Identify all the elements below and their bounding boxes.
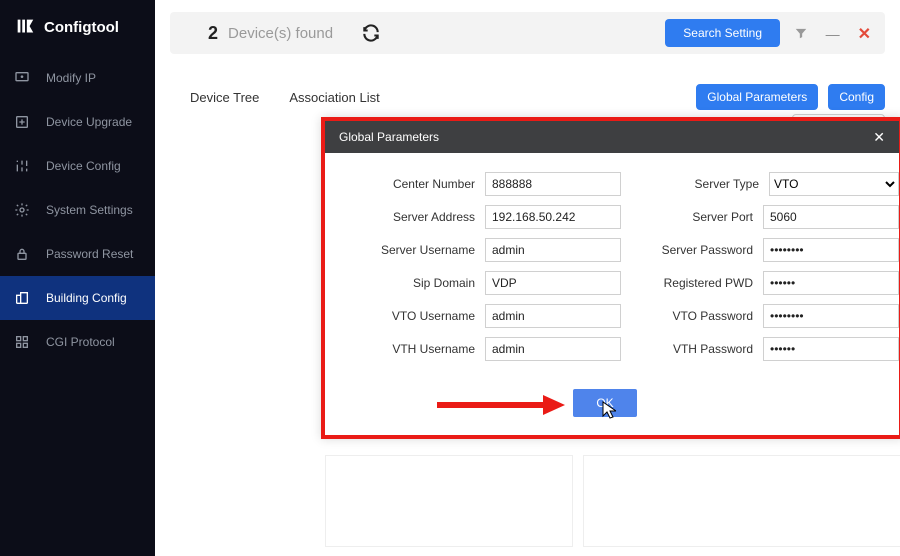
registered-pwd-input[interactable] [763, 271, 899, 295]
sidebar-item-device-config[interactable]: Device Config [0, 144, 155, 188]
brand-text: Configtool [44, 19, 119, 36]
brand: Configtool [0, 0, 155, 56]
vth-username-label: VTH Username [325, 342, 485, 356]
sip-domain-input[interactable] [485, 271, 621, 295]
vto-password-input[interactable] [763, 304, 899, 328]
sidebar-item-password-reset[interactable]: Password Reset [0, 232, 155, 276]
sidebar-item-label: CGI Protocol [46, 335, 115, 349]
server-port-input[interactable] [763, 205, 899, 229]
sidebar-item-label: System Settings [46, 203, 133, 217]
center-number-input[interactable] [485, 172, 621, 196]
search-setting-button[interactable]: Search Setting [665, 19, 780, 47]
server-type-select[interactable]: VTO [769, 172, 899, 196]
sidebar: Configtool Modify IP Device Upgrade Devi… [0, 0, 155, 556]
modal-title: Global Parameters [339, 130, 439, 144]
global-parameters-button[interactable]: Global Parameters [696, 84, 818, 110]
registered-pwd-label: Registered PWD [638, 276, 763, 290]
device-count: 2 [208, 23, 218, 44]
modal-header: Global Parameters ✕ [325, 121, 899, 153]
main: 2 Device(s) found Search Setting — ✕ Dev… [155, 0, 900, 556]
vth-password-label: VTH Password [638, 342, 763, 356]
sidebar-item-label: Modify IP [46, 71, 96, 85]
server-username-input[interactable] [485, 238, 621, 262]
config-button[interactable]: Config [828, 84, 885, 110]
sidebar-item-cgi-protocol[interactable]: CGI Protocol [0, 320, 155, 364]
sidebar-item-label: Building Config [46, 291, 127, 305]
topbar: 2 Device(s) found Search Setting — ✕ [170, 12, 885, 54]
logo-icon [14, 16, 36, 38]
vto-username-label: VTO Username [325, 309, 485, 323]
tab-device-tree[interactable]: Device Tree [190, 86, 259, 109]
server-address-label: Server Address [325, 210, 485, 224]
close-button[interactable]: ✕ [858, 24, 871, 44]
gear-icon [14, 202, 30, 218]
vto-username-input[interactable] [485, 304, 621, 328]
sidebar-item-modify-ip[interactable]: Modify IP [0, 56, 155, 100]
right-panel [583, 455, 900, 547]
server-password-input[interactable] [763, 238, 899, 262]
sip-domain-label: Sip Domain [325, 276, 485, 290]
left-panel [325, 455, 573, 547]
sidebar-item-label: Password Reset [46, 247, 133, 261]
modal-close-button[interactable]: ✕ [873, 129, 885, 146]
device-count-label: Device(s) found [228, 25, 333, 42]
global-parameters-modal: Global Parameters ✕ Center Number Server… [321, 117, 900, 439]
sidebar-item-building-config[interactable]: Building Config [0, 276, 155, 320]
server-type-label: Server Type [644, 177, 769, 191]
vth-username-input[interactable] [485, 337, 621, 361]
vth-password-input[interactable] [763, 337, 899, 361]
filter-icon[interactable] [794, 26, 808, 43]
subbar: Device Tree Association List Global Para… [170, 84, 885, 110]
server-password-label: Server Password [638, 243, 763, 257]
monitor-icon [14, 70, 30, 86]
sidebar-item-system-settings[interactable]: System Settings [0, 188, 155, 232]
qr-icon [14, 334, 30, 350]
server-username-label: Server Username [325, 243, 485, 257]
server-address-input[interactable] [485, 205, 621, 229]
minimize-button[interactable]: — [826, 26, 840, 42]
refresh-button[interactable] [357, 19, 385, 47]
sidebar-item-label: Device Config [46, 159, 121, 173]
tab-association-list[interactable]: Association List [289, 86, 379, 109]
upgrade-icon [14, 114, 30, 130]
refresh-icon [361, 23, 381, 43]
building-icon [14, 290, 30, 306]
lock-icon [14, 246, 30, 262]
ok-button[interactable]: OK [573, 389, 637, 417]
vto-password-label: VTO Password [638, 309, 763, 323]
sidebar-item-device-upgrade[interactable]: Device Upgrade [0, 100, 155, 144]
sliders-icon [14, 158, 30, 174]
sidebar-item-label: Device Upgrade [46, 115, 132, 129]
server-port-label: Server Port [638, 210, 763, 224]
center-number-label: Center Number [325, 177, 485, 191]
